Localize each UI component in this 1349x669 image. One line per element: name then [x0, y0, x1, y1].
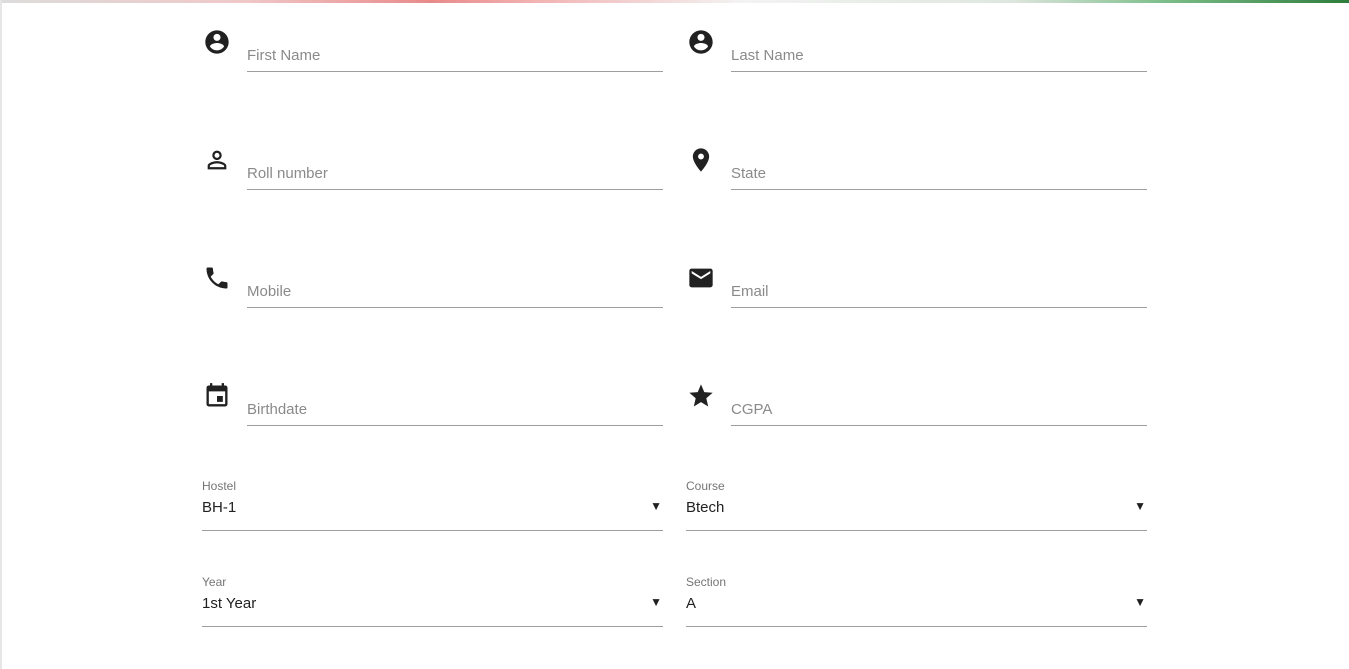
section-select-field: Section A ▼ — [686, 575, 1147, 635]
account-circle-icon — [686, 27, 716, 57]
state-field — [686, 130, 1147, 194]
hostel-select-field: Hostel BH-1 ▼ — [202, 479, 663, 539]
cgpa-input[interactable] — [731, 374, 1147, 426]
roll-number-field — [202, 130, 663, 194]
year-select[interactable]: 1st Year ▼ — [202, 591, 663, 627]
email-input[interactable] — [731, 256, 1147, 308]
student-form-page: Hostel BH-1 ▼ Course Btech ▼ Year 1st Ye… — [0, 0, 1349, 669]
hostel-select[interactable]: BH-1 ▼ — [202, 495, 663, 531]
section-selected-value: A — [686, 595, 697, 612]
person-outline-icon — [202, 145, 232, 175]
account-circle-icon — [202, 27, 232, 57]
chevron-down-icon: ▼ — [650, 499, 662, 513]
first-name-input[interactable] — [247, 20, 663, 72]
last-name-input[interactable] — [731, 20, 1147, 72]
top-accent-bar — [0, 0, 1349, 3]
chevron-down-icon: ▼ — [1134, 595, 1146, 609]
chevron-down-icon: ▼ — [650, 595, 662, 609]
course-selected-value: Btech — [686, 499, 725, 516]
mail-icon — [686, 263, 716, 293]
course-select-field: Course Btech ▼ — [686, 479, 1147, 539]
chevron-down-icon: ▼ — [1134, 499, 1146, 513]
hostel-selected-value: BH-1 — [202, 499, 237, 516]
mobile-field — [202, 248, 663, 312]
birthdate-input[interactable] — [247, 374, 663, 426]
location-pin-icon — [686, 145, 716, 175]
year-selected-value: 1st Year — [202, 595, 257, 612]
roll-number-input[interactable] — [247, 138, 663, 190]
birthdate-field — [202, 366, 663, 430]
email-field — [686, 248, 1147, 312]
state-input[interactable] — [731, 138, 1147, 190]
last-name-field — [686, 12, 1147, 76]
section-select[interactable]: A ▼ — [686, 591, 1147, 627]
left-edge-divider — [0, 0, 2, 669]
hostel-label: Hostel — [202, 479, 237, 493]
mobile-input[interactable] — [247, 256, 663, 308]
year-select-field: Year 1st Year ▼ — [202, 575, 663, 635]
year-label: Year — [202, 575, 227, 589]
course-select[interactable]: Btech ▼ — [686, 495, 1147, 531]
calendar-icon — [202, 381, 232, 411]
first-name-field — [202, 12, 663, 76]
course-label: Course — [686, 479, 725, 493]
section-label: Section — [686, 575, 727, 589]
star-icon — [686, 381, 716, 411]
cgpa-field — [686, 366, 1147, 430]
phone-icon — [202, 263, 232, 293]
